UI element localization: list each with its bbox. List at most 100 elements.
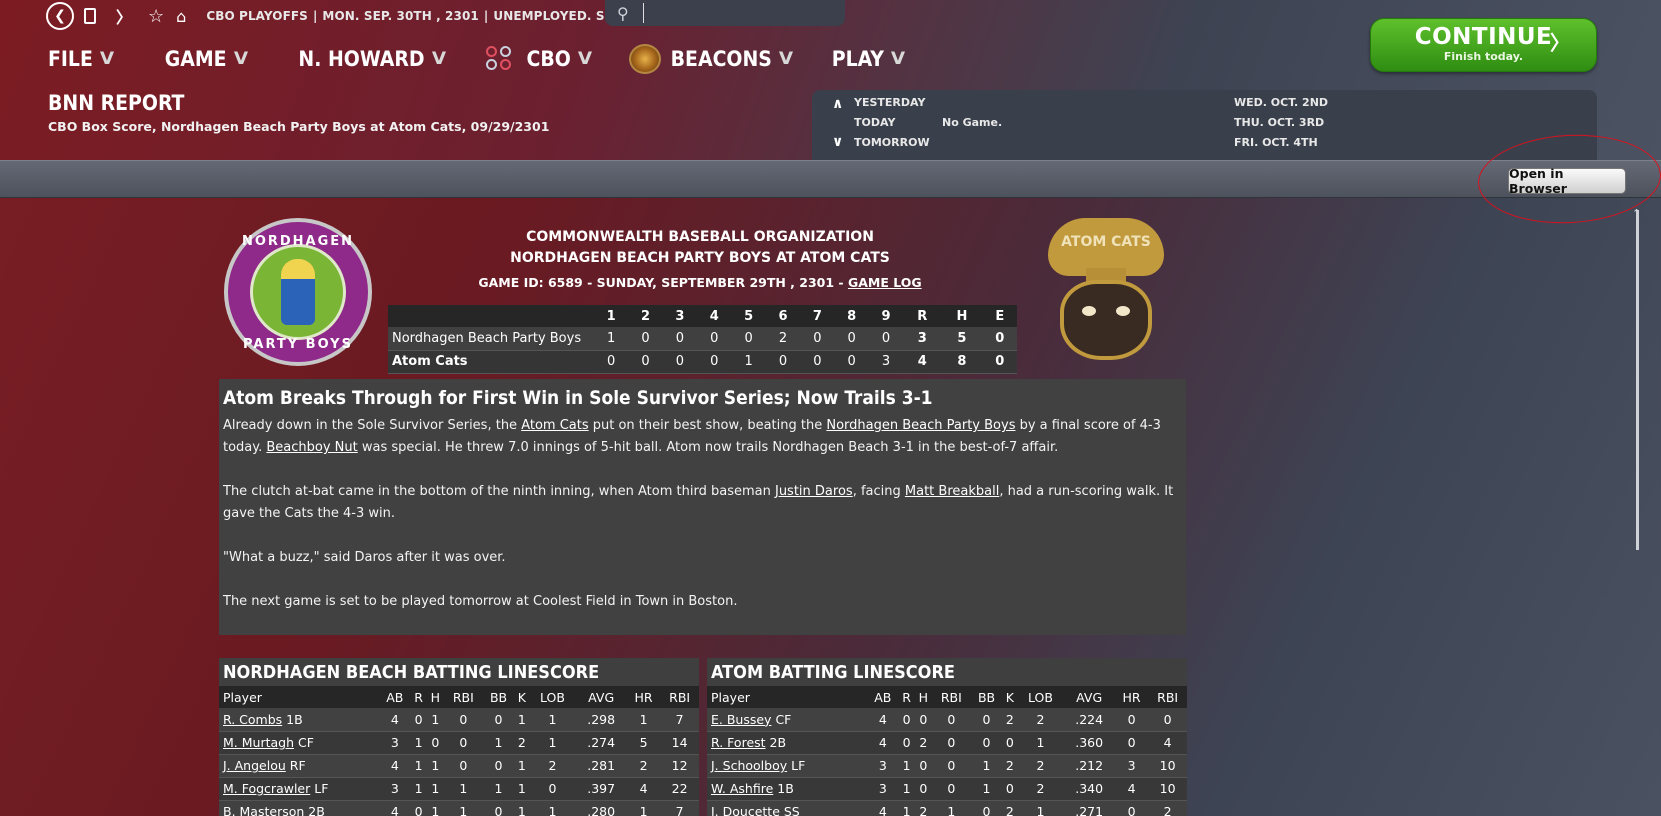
- inning-header: 5: [731, 305, 766, 327]
- stat-cell: 7: [660, 708, 699, 732]
- column-header: AB: [379, 686, 411, 708]
- inning-score: 0: [594, 350, 629, 374]
- inning-score: 0: [628, 327, 663, 351]
- team-link[interactable]: Atom Cats: [521, 418, 588, 433]
- player-position: 1B: [777, 781, 794, 796]
- stat-cell: 0: [914, 754, 933, 778]
- column-header: K: [1002, 686, 1018, 708]
- chevron-down-icon: V: [233, 49, 248, 69]
- player-link[interactable]: Beachboy Nut: [266, 440, 357, 455]
- home-icon[interactable]: ⌂: [176, 7, 186, 26]
- menu-manager-label: N. HOWARD: [298, 47, 425, 71]
- inning-score: 0: [834, 327, 869, 351]
- player-link[interactable]: W. Ashfire: [711, 781, 773, 796]
- player-cell: E. Bussey CF: [707, 708, 867, 732]
- player-link[interactable]: M. Fogcrawler: [223, 781, 310, 796]
- player-cell: J. Angelou RF: [219, 754, 379, 778]
- stat-cell: 4: [1114, 777, 1149, 801]
- menu-file[interactable]: FILE V: [48, 47, 114, 71]
- chevron-up-icon[interactable]: ∧: [832, 96, 843, 112]
- breadcrumb-league[interactable]: CBO PLAYOFFS: [206, 9, 308, 23]
- home-logo-text-top: NORDHAGEN: [241, 234, 355, 249]
- player-link[interactable]: J. Schoolboy: [711, 758, 787, 773]
- column-header: RBI: [1148, 686, 1187, 708]
- batting-table: Player AB R H RBI BB K LOB AVG HR RBI R.…: [219, 686, 699, 816]
- schedule-date-1: WED. OCT. 2ND: [1234, 96, 1329, 109]
- player-link[interactable]: Justin Daros: [775, 484, 853, 499]
- stat-cell: 0: [1114, 731, 1149, 755]
- table-row: M. Murtagh CF 3 1 0 0 1 2 1.274 5 14: [219, 731, 699, 755]
- stat-cell: 4: [379, 708, 411, 732]
- bookmark-icon[interactable]: [84, 8, 96, 24]
- game-log-link[interactable]: GAME LOG: [848, 275, 922, 290]
- menu-file-label: FILE: [48, 47, 93, 71]
- column-header: AVG: [575, 686, 627, 708]
- batting-header-row: Player AB R H RBI BB K LOB AVG HR RBI: [219, 686, 699, 708]
- stat-cell: 4: [626, 777, 661, 801]
- chevron-down-icon: V: [778, 49, 793, 69]
- stat-cell: 0: [1148, 708, 1187, 732]
- continue-button[interactable]: CONTINUE Finish today. 〉: [1370, 18, 1597, 72]
- stat-cell: 1: [514, 708, 530, 732]
- player-link[interactable]: J. Doucette: [711, 804, 780, 816]
- back-icon[interactable]: ❮: [46, 2, 74, 30]
- menu-play[interactable]: PLAY V: [832, 47, 905, 71]
- away-batting-linescore: ATOM BATTING LINESCORE Player AB R H RBI…: [707, 658, 1187, 816]
- menu-league[interactable]: CBO V: [484, 44, 592, 74]
- breadcrumb-date: MON. SEP. 30TH , 2301: [322, 9, 479, 23]
- player-link[interactable]: B. Masterson: [223, 804, 304, 816]
- menu-manager[interactable]: N. HOWARD V: [298, 47, 446, 71]
- stat-cell: 3: [867, 777, 899, 801]
- player-link[interactable]: R. Combs: [223, 712, 282, 727]
- menu-team[interactable]: BEACONS V: [628, 44, 793, 74]
- table-row: B. Masterson 2B 4 0 1 1 0 1 1.280 1 7: [219, 800, 699, 816]
- menu-team-label: BEACONS: [670, 47, 772, 71]
- player-link[interactable]: M. Murtagh: [223, 735, 294, 750]
- player-link[interactable]: E. Bussey: [711, 712, 771, 727]
- organization-name: COMMONWEALTH BASEBALL ORGANIZATION: [526, 229, 874, 245]
- inning-score: 1: [731, 350, 766, 374]
- inning-score: 0: [800, 327, 835, 351]
- home-logo-text-bottom: PARTY BOYS: [243, 337, 353, 352]
- inning-header: 7: [800, 305, 835, 327]
- stat-cell: 1: [410, 754, 427, 778]
- inning-score: 0: [662, 350, 698, 374]
- player-position: CF: [775, 711, 792, 727]
- stat-cell: 1: [410, 731, 427, 755]
- star-icon[interactable]: ☆: [148, 6, 164, 27]
- stat-cell: 22: [660, 777, 699, 801]
- player-link[interactable]: R. Forest: [711, 735, 766, 750]
- player-position: SS: [783, 804, 800, 816]
- player-cell: J. Doucette SS: [707, 800, 867, 816]
- stat-cell: 1: [898, 800, 915, 816]
- search-input[interactable]: [643, 3, 833, 23]
- menu-game[interactable]: GAME V: [165, 47, 248, 71]
- schedule-tomorrow: TOMORROW: [854, 136, 930, 149]
- stat-cell: 1: [898, 777, 915, 801]
- stat-cell: .271: [1063, 800, 1115, 816]
- chevron-down-icon: V: [431, 49, 446, 69]
- table-row: W. Ashfire 1B 3 1 0 0 1 0 2.340 4 10: [707, 777, 1187, 801]
- story-paragraph: Already down in the Sole Survivor Series…: [223, 415, 1182, 459]
- table-row: M. Fogcrawler LF 3 1 1 1 1 1 0.397 4 22: [219, 777, 699, 801]
- column-header: LOB: [1017, 686, 1064, 708]
- stat-cell: .224: [1063, 708, 1115, 732]
- main-menu: FILE V GAME V N. HOWARD V CBO V BEACONS V PLA…: [48, 44, 905, 74]
- scrollbar[interactable]: [1636, 210, 1639, 550]
- forward-icon[interactable]: 〉: [116, 4, 132, 28]
- story-text: was special. He threw 7.0 innings of 5-h…: [357, 440, 1059, 455]
- stat-cell: 1: [529, 800, 576, 816]
- chevron-down-icon: V: [890, 49, 905, 69]
- player-link[interactable]: J. Angelou: [223, 758, 286, 773]
- stat-cell: 2: [1002, 754, 1018, 778]
- column-header: BB: [482, 686, 515, 708]
- player-link[interactable]: Matt Breakball: [905, 484, 999, 499]
- player-position: 2B: [769, 735, 787, 750]
- column-header: LOB: [529, 686, 576, 708]
- top-nav-bar: ❮ 〉 ☆ ⌂ CBO PLAYOFFS | MON. SEP. 30TH , 23…: [46, 2, 702, 30]
- chevron-down-icon: V: [99, 49, 114, 69]
- open-in-browser-button[interactable]: Open in Browser: [1508, 166, 1626, 196]
- chevron-down-icon[interactable]: ∨: [832, 134, 843, 150]
- team-link[interactable]: Nordhagen Beach Party Boys: [826, 418, 1015, 433]
- home-team-logo: NORDHAGEN PARTY BOYS: [224, 218, 372, 366]
